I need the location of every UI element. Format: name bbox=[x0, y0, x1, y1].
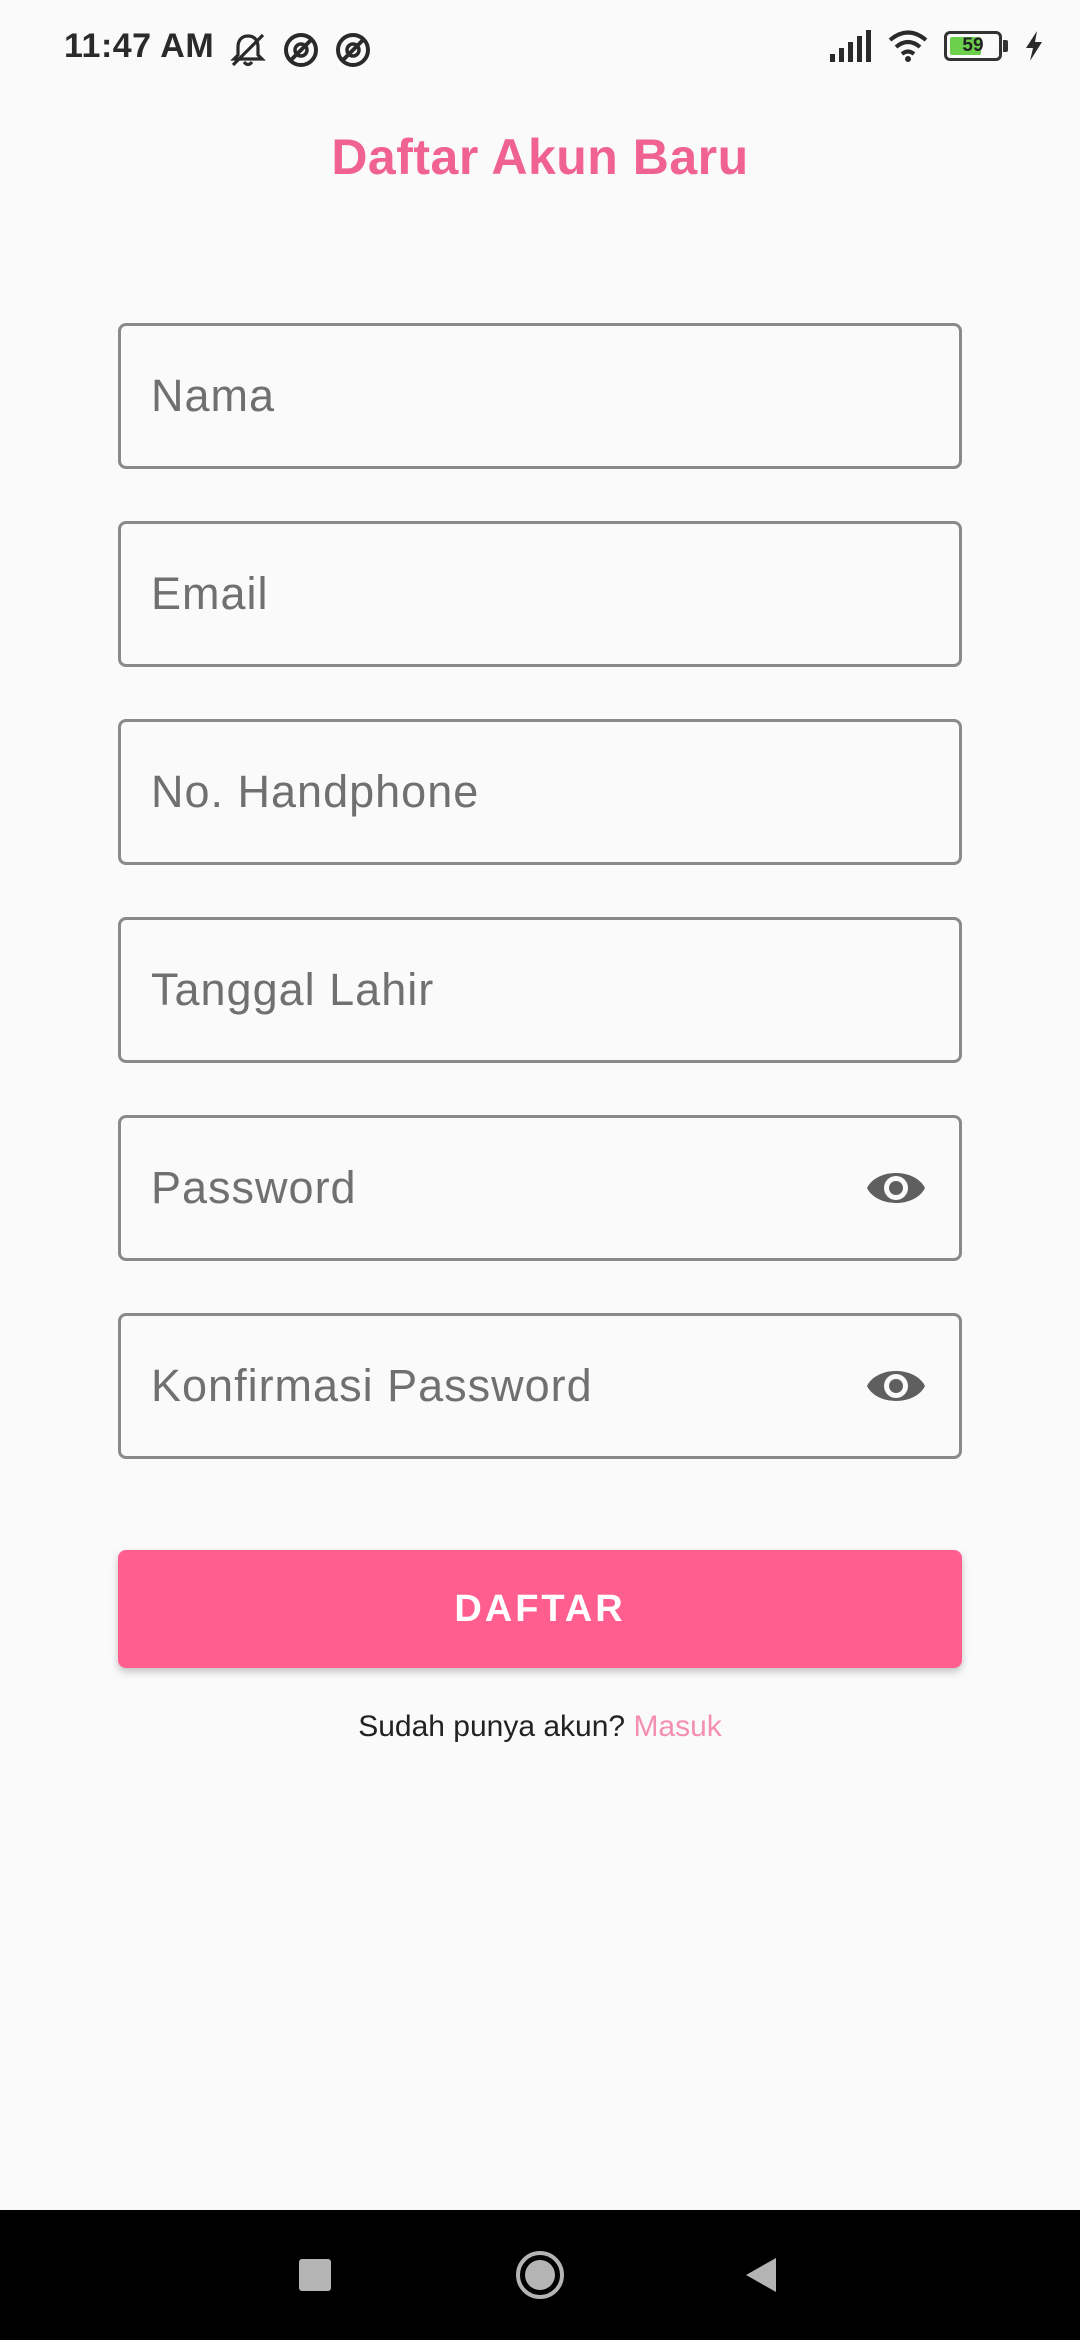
phone-input[interactable] bbox=[151, 722, 891, 862]
birthdate-input[interactable] bbox=[151, 920, 891, 1060]
password-field[interactable] bbox=[118, 1115, 962, 1261]
signin-link[interactable]: Masuk bbox=[633, 1710, 721, 1743]
status-notification-icons bbox=[228, 30, 372, 70]
battery-level-text: 59 bbox=[962, 35, 984, 56]
status-bar: 11:47 AM 59 bbox=[0, 0, 1080, 100]
blocked-circle-icon bbox=[282, 31, 320, 69]
signin-prompt-row: Sudah punya akun? Masuk bbox=[0, 1710, 1080, 1744]
system-nav-bar bbox=[0, 2210, 1080, 2340]
eye-icon[interactable] bbox=[865, 1358, 927, 1414]
confirm-password-input[interactable] bbox=[151, 1316, 891, 1456]
blocked-circle-icon bbox=[334, 31, 372, 69]
charging-bolt-icon bbox=[1024, 30, 1044, 62]
back-triangle-icon[interactable] bbox=[695, 2210, 825, 2340]
phone-field[interactable] bbox=[118, 719, 962, 865]
battery-icon: 59 bbox=[944, 31, 1008, 61]
confirm-password-field[interactable] bbox=[118, 1313, 962, 1459]
birthdate-field[interactable] bbox=[118, 917, 962, 1063]
email-input[interactable] bbox=[151, 524, 891, 664]
home-circle-icon[interactable] bbox=[475, 2210, 605, 2340]
status-system-icons: 59 bbox=[830, 30, 1044, 62]
status-time: 11:47 AM bbox=[64, 27, 215, 65]
eye-icon[interactable] bbox=[865, 1160, 927, 1216]
email-field[interactable] bbox=[118, 521, 962, 667]
name-input[interactable] bbox=[151, 326, 891, 466]
page-title: Daftar Akun Baru bbox=[331, 129, 749, 185]
cellular-signal-icon bbox=[830, 30, 872, 62]
notifications-muted-icon bbox=[228, 30, 268, 70]
signin-prompt-text: Sudah punya akun? bbox=[358, 1710, 626, 1743]
register-button[interactable]: DAFTAR bbox=[118, 1550, 962, 1668]
password-input[interactable] bbox=[151, 1118, 891, 1258]
name-field[interactable] bbox=[118, 323, 962, 469]
recents-square-icon[interactable] bbox=[250, 2210, 380, 2340]
wifi-icon bbox=[888, 30, 928, 62]
